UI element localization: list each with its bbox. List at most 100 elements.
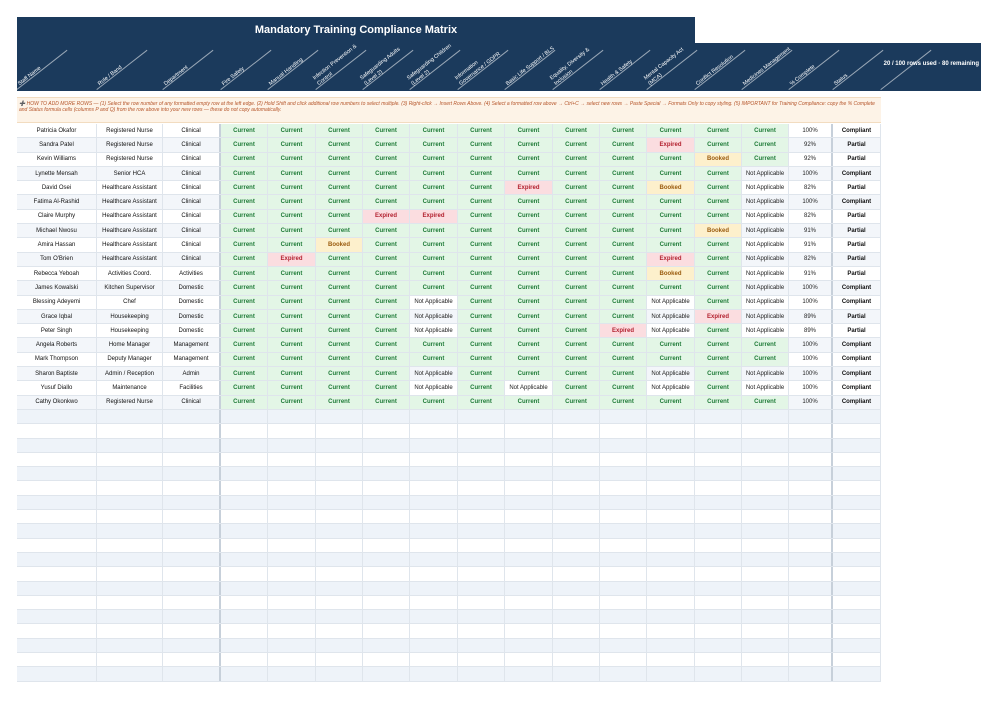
empty-cell[interactable] <box>163 581 221 595</box>
training-status-cell[interactable]: Current <box>505 238 553 252</box>
empty-cell[interactable] <box>833 438 881 452</box>
empty-cell[interactable] <box>458 481 505 495</box>
empty-cell[interactable] <box>97 624 163 638</box>
empty-cell[interactable] <box>410 538 458 552</box>
empty-cell[interactable] <box>742 424 789 438</box>
training-status-cell[interactable]: Current <box>410 238 458 252</box>
training-status-cell[interactable]: Current <box>458 195 505 209</box>
department-cell[interactable]: Clinical <box>163 395 221 409</box>
column-header-16[interactable]: Status <box>832 43 884 91</box>
empty-cell[interactable] <box>458 667 505 681</box>
empty-cell[interactable] <box>363 610 410 624</box>
empty-cell[interactable] <box>97 495 163 510</box>
empty-cell[interactable] <box>833 467 881 481</box>
training-status-cell[interactable]: Current <box>316 395 363 409</box>
empty-cell[interactable] <box>647 567 695 581</box>
percent-complete-cell[interactable]: 92% <box>789 152 833 166</box>
empty-cell[interactable] <box>505 481 553 495</box>
department-cell[interactable]: Activities <box>163 266 221 281</box>
department-cell[interactable]: Clinical <box>163 238 221 252</box>
staff-name-cell[interactable]: Lynette Mensah <box>17 166 97 181</box>
training-status-cell[interactable]: Not Applicable <box>742 281 789 295</box>
training-status-cell[interactable]: Current <box>221 166 268 181</box>
empty-cell[interactable] <box>695 409 742 424</box>
empty-cell[interactable] <box>647 510 695 524</box>
empty-cell[interactable] <box>742 638 789 652</box>
staff-name-cell[interactable]: Fatima Al-Rashid <box>17 195 97 209</box>
empty-cell[interactable] <box>268 652 316 667</box>
empty-cell[interactable] <box>742 438 789 452</box>
role-cell[interactable]: Healthcare Assistant <box>97 209 163 224</box>
training-status-cell[interactable]: Current <box>316 309 363 324</box>
percent-complete-cell[interactable]: 91% <box>789 224 833 238</box>
training-status-cell[interactable]: Current <box>458 238 505 252</box>
empty-cell[interactable] <box>505 552 553 567</box>
empty-cell[interactable] <box>553 652 600 667</box>
training-status-cell[interactable]: Current <box>553 324 600 338</box>
empty-cell[interactable] <box>221 452 268 467</box>
empty-cell[interactable] <box>742 409 789 424</box>
training-status-cell[interactable]: Current <box>600 152 647 166</box>
training-status-cell[interactable]: Current <box>742 138 789 152</box>
role-cell[interactable]: Healthcare Assistant <box>97 238 163 252</box>
percent-complete-cell[interactable]: 82% <box>789 252 833 266</box>
percent-complete-cell[interactable]: 100% <box>789 281 833 295</box>
column-header-9[interactable]: Basic Life Support / BLS <box>504 43 556 91</box>
empty-cell[interactable] <box>647 495 695 510</box>
training-status-cell[interactable]: Current <box>553 181 600 195</box>
empty-cell[interactable] <box>316 524 363 538</box>
training-status-cell[interactable]: Current <box>458 152 505 166</box>
department-cell[interactable]: Admin <box>163 367 221 381</box>
empty-cell[interactable] <box>410 567 458 581</box>
empty-cell[interactable] <box>600 652 647 667</box>
empty-cell[interactable] <box>97 567 163 581</box>
empty-cell[interactable] <box>695 552 742 567</box>
role-cell[interactable]: Housekeeping <box>97 309 163 324</box>
empty-cell[interactable] <box>97 581 163 595</box>
empty-cell[interactable] <box>163 652 221 667</box>
empty-cell[interactable] <box>97 524 163 538</box>
role-cell[interactable]: Registered Nurse <box>97 152 163 166</box>
training-status-cell[interactable]: Current <box>458 181 505 195</box>
empty-cell[interactable] <box>505 409 553 424</box>
empty-cell[interactable] <box>17 524 97 538</box>
training-status-cell[interactable]: Current <box>268 209 316 224</box>
empty-cell[interactable] <box>97 467 163 481</box>
empty-cell[interactable] <box>553 524 600 538</box>
empty-cell[interactable] <box>553 438 600 452</box>
empty-cell[interactable] <box>363 409 410 424</box>
department-cell[interactable]: Clinical <box>163 166 221 181</box>
empty-cell[interactable] <box>97 510 163 524</box>
empty-cell[interactable] <box>268 524 316 538</box>
role-cell[interactable]: Registered Nurse <box>97 124 163 138</box>
training-status-cell[interactable]: Current <box>410 152 458 166</box>
empty-cell[interactable] <box>316 595 363 610</box>
empty-cell[interactable] <box>316 610 363 624</box>
empty-cell[interactable] <box>458 438 505 452</box>
empty-cell[interactable] <box>742 567 789 581</box>
empty-cell[interactable] <box>221 595 268 610</box>
empty-cell[interactable] <box>163 481 221 495</box>
compliance-status-cell[interactable]: Partial <box>833 209 881 224</box>
training-status-cell[interactable]: Current <box>410 252 458 266</box>
training-status-cell[interactable]: Expired <box>363 209 410 224</box>
empty-cell[interactable] <box>505 652 553 667</box>
percent-complete-cell[interactable]: 100% <box>789 195 833 209</box>
empty-cell[interactable] <box>553 467 600 481</box>
column-header-5[interactable]: Infection Prevention & Control <box>312 43 367 91</box>
empty-cell[interactable] <box>553 667 600 681</box>
empty-cell[interactable] <box>410 495 458 510</box>
empty-cell[interactable] <box>363 567 410 581</box>
empty-cell[interactable] <box>742 538 789 552</box>
empty-cell[interactable] <box>316 495 363 510</box>
empty-cell[interactable] <box>221 481 268 495</box>
column-header-3[interactable]: Fire Safety <box>220 43 272 91</box>
training-status-cell[interactable]: Current <box>647 124 695 138</box>
training-status-cell[interactable]: Current <box>221 152 268 166</box>
training-status-cell[interactable]: Current <box>363 266 410 281</box>
empty-cell[interactable] <box>458 524 505 538</box>
training-status-cell[interactable]: Current <box>553 152 600 166</box>
training-status-cell[interactable]: Current <box>647 338 695 352</box>
training-status-cell[interactable]: Current <box>505 295 553 309</box>
empty-cell[interactable] <box>221 567 268 581</box>
